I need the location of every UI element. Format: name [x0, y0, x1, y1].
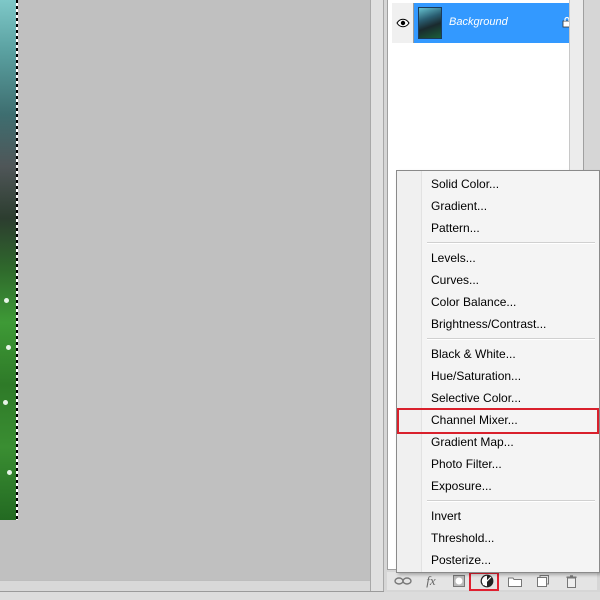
image-detail — [7, 470, 12, 475]
menu-item-brightness-contrast[interactable]: Brightness/Contrast... — [431, 314, 546, 334]
new-layer-icon[interactable] — [531, 573, 555, 589]
layer-thumbnail[interactable] — [418, 7, 442, 39]
menu-item-posterize[interactable]: Posterize... — [431, 550, 491, 570]
menu-item-selective-color[interactable]: Selective Color... — [431, 388, 521, 408]
menu-item-invert[interactable]: Invert — [431, 506, 461, 526]
menu-item-hue-saturation[interactable]: Hue/Saturation... — [431, 366, 521, 386]
menu-separator — [427, 338, 595, 340]
menu-item-exposure[interactable]: Exposure... — [431, 476, 492, 496]
status-strip — [0, 591, 600, 600]
trash-icon[interactable] — [559, 573, 583, 589]
menu-gutter — [397, 171, 422, 572]
menu-separator — [427, 242, 595, 244]
layer-row-background[interactable]: Background — [392, 3, 583, 43]
menu-item-gradient[interactable]: Gradient... — [431, 196, 487, 216]
eye-icon — [395, 18, 410, 28]
menu-item-black-white[interactable]: Black & White... — [431, 344, 516, 364]
menu-item-pattern[interactable]: Pattern... — [431, 218, 480, 238]
adjustment-icon-highlight — [469, 572, 499, 591]
menu-item-curves[interactable]: Curves... — [431, 270, 479, 290]
image-canvas[interactable] — [0, 0, 18, 520]
group-folder-icon[interactable] — [503, 573, 527, 589]
menu-item-levels[interactable]: Levels... — [431, 248, 476, 268]
menu-item-threshold[interactable]: Threshold... — [431, 528, 494, 548]
panel-divider[interactable] — [370, 0, 384, 592]
menu-item-photo-filter[interactable]: Photo Filter... — [431, 454, 502, 474]
link-layers-icon[interactable] — [391, 573, 415, 589]
menu-item-gradient-map[interactable]: Gradient Map... — [431, 432, 514, 452]
image-detail — [6, 345, 11, 350]
adjustment-layer-menu: Solid Color... Gradient... Pattern... Le… — [396, 170, 600, 573]
layer-name[interactable]: Background — [449, 16, 508, 28]
menu-item-color-balance[interactable]: Color Balance... — [431, 292, 516, 312]
document-canvas-area[interactable] — [0, 0, 370, 600]
layer-visibility-toggle[interactable] — [392, 3, 414, 43]
image-detail — [3, 400, 8, 405]
image-detail — [4, 298, 9, 303]
fx-icon[interactable]: fx — [419, 573, 443, 589]
channel-mixer-highlight — [397, 408, 599, 434]
add-mask-icon[interactable] — [447, 573, 471, 589]
menu-separator — [427, 500, 595, 502]
menu-item-solid-color[interactable]: Solid Color... — [431, 174, 499, 194]
